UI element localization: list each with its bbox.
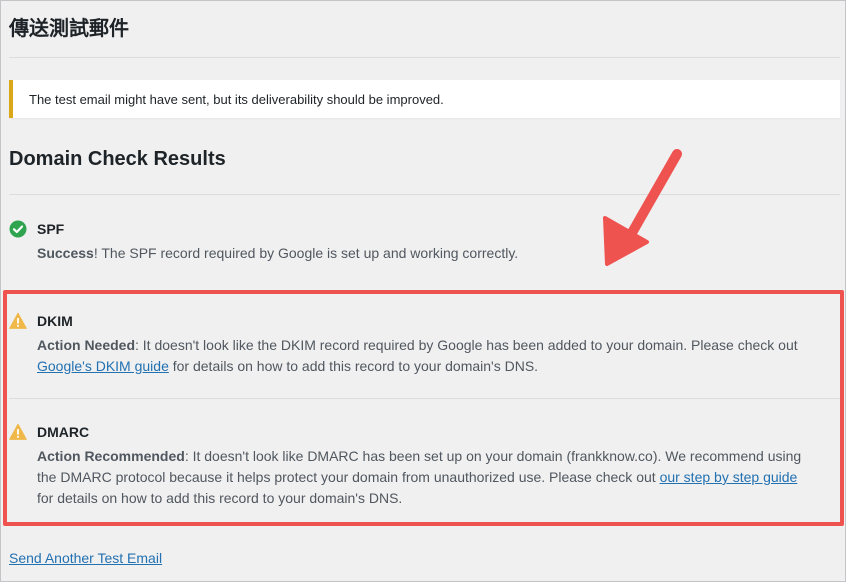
divider	[9, 194, 840, 195]
send-another-test-email-link[interactable]: Send Another Test Email	[9, 550, 162, 566]
page-title: 傳送測試郵件	[9, 16, 129, 40]
result-description: Success! The SPF record required by Goog…	[37, 243, 518, 264]
check-circle-icon	[9, 220, 27, 238]
red-arrow-icon	[603, 149, 682, 266]
status-label: Success	[37, 245, 94, 261]
dkim-guide-link[interactable]: Google's DKIM guide	[37, 358, 169, 374]
domain-check-heading: Domain Check Results	[9, 148, 226, 170]
result-description: Action Needed: It doesn't look like the …	[37, 335, 798, 377]
divider	[9, 57, 840, 58]
result-name: SPF	[37, 221, 65, 237]
description-text: : It doesn't look like DMARC has been se…	[184, 448, 802, 464]
warning-notice: The test email might have sent, but its …	[9, 80, 840, 118]
dmarc-guide-link[interactable]: our step by step guide	[660, 469, 798, 485]
warning-triangle-icon	[9, 312, 27, 329]
divider	[9, 398, 840, 399]
description-text: ! The SPF record required by Google is s…	[93, 245, 519, 261]
description-text: for details on how to add this record to…	[168, 358, 539, 374]
warning-triangle-icon	[9, 423, 27, 440]
result-name: DMARC	[37, 424, 90, 440]
description-text: : It doesn't look like the DKIM record r…	[135, 337, 798, 353]
result-name: DKIM	[37, 313, 73, 329]
description-text: the DMARC protocol because it helps prot…	[37, 469, 660, 485]
notice-text: The test email might have sent, but its …	[29, 92, 444, 107]
description-text: for details on how to add this record to…	[37, 490, 403, 506]
status-label: Action Recommended	[37, 448, 185, 464]
status-label: Action Needed	[37, 337, 136, 353]
result-description: Action Recommended: It doesn't look like…	[37, 446, 801, 509]
